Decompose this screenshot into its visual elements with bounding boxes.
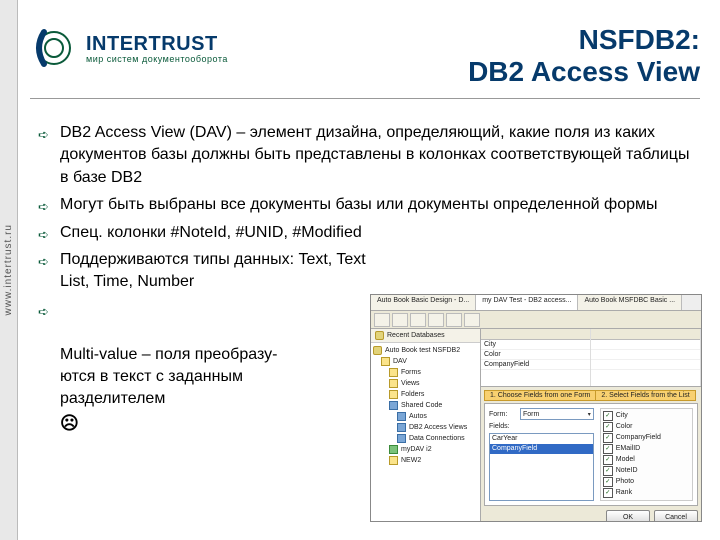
slide-header: INTERTRUST мир систем документооборота N… — [30, 24, 700, 92]
ss-grid: City Color CompanyField — [481, 329, 701, 387]
list-item: ➪ Спец. колонки #NoteId, #UNID, #Modifie… — [60, 222, 700, 244]
fields-label: Fields: — [489, 423, 517, 430]
checkbox[interactable]: EMailID — [603, 444, 690, 454]
header-divider — [30, 98, 700, 99]
logo-block: INTERTRUST мир систем документооборота — [30, 24, 228, 72]
checkbox[interactable]: Rank — [603, 488, 690, 498]
tree-row[interactable]: Auto Book test NSFDB2 — [373, 345, 478, 356]
toolbar-button[interactable] — [446, 313, 462, 327]
ok-button[interactable]: OK — [606, 510, 650, 522]
checkbox[interactable]: Color — [603, 422, 690, 432]
folder-icon — [389, 390, 398, 399]
ss-sidebar-header: Recent Databases — [371, 329, 480, 343]
bullet-icon: ➪ — [38, 198, 52, 212]
checkbox[interactable]: Model — [603, 455, 690, 465]
tree-row[interactable]: myDAV i2 — [373, 444, 478, 455]
grid-cell[interactable] — [591, 350, 700, 360]
tree-row[interactable]: Folders — [373, 389, 478, 400]
grid-header[interactable] — [591, 329, 700, 340]
form-label: Form: — [489, 411, 517, 418]
bullet-text: Поддерживаются типы данных: Text, Text L… — [60, 251, 366, 290]
checkbox[interactable]: NoteID — [603, 466, 690, 476]
bullet-icon: ➪ — [38, 253, 52, 267]
ss-toolbar — [371, 311, 701, 329]
button-row: OK Cancel — [484, 508, 698, 522]
listbox-item[interactable]: CompanyField — [490, 444, 593, 454]
folder-icon — [389, 379, 398, 388]
grid-cell[interactable]: Color — [481, 350, 590, 360]
ss-tree: Auto Book test NSFDB2 DAV Forms Views Fo… — [371, 343, 480, 468]
logo-text: INTERTRUST мир систем документооборота — [86, 33, 228, 64]
slide-title: NSFDB2: DB2 Access View — [468, 24, 700, 88]
toolbar-button[interactable] — [392, 313, 408, 327]
fields-listbox[interactable]: CarYear CompanyField — [489, 433, 594, 501]
list-item: ➪ DB2 Access View (DAV) – элемент дизайн… — [60, 122, 700, 189]
tree-row[interactable]: Shared Code — [373, 400, 478, 411]
tree-row[interactable]: DAV — [373, 356, 478, 367]
tree-row[interactable]: Data Connections — [373, 433, 478, 444]
tree-row[interactable]: DB2 Access Views — [373, 422, 478, 433]
list-item: ➪ Multi-value – поля преобразу- ются в т… — [60, 299, 360, 436]
folder-icon — [389, 401, 398, 410]
ss-sidebar: Recent Databases Auto Book test NSFDB2 D… — [371, 329, 481, 521]
toolbar-button[interactable] — [374, 313, 390, 327]
bullet-icon: ➪ — [38, 126, 52, 140]
item-icon — [389, 445, 398, 454]
logo-tagline: мир систем документооборота — [86, 54, 228, 64]
db-icon — [373, 346, 382, 355]
grid-cell[interactable]: CompanyField — [481, 360, 590, 370]
folder-icon — [389, 368, 398, 377]
embedded-screenshot: Auto Book Basic Design - D... my DAV Tes… — [370, 294, 702, 522]
toolbar-button[interactable] — [410, 313, 426, 327]
grid-cell[interactable] — [591, 360, 700, 370]
sidebar-url-strip: www.intertrust.ru — [0, 0, 18, 540]
listbox-item[interactable]: CarYear — [490, 434, 593, 444]
panel-tab[interactable]: 1. Choose Fields from one Form — [484, 390, 596, 401]
checkbox-list: City Color CompanyField EMailID Model No… — [600, 408, 693, 501]
checkbox[interactable]: CompanyField — [603, 433, 690, 443]
grid-header[interactable] — [481, 329, 590, 340]
tree-row[interactable]: Views — [373, 378, 478, 389]
ss-tab[interactable]: Auto Book Basic Design - D... — [371, 295, 476, 310]
grid-cell[interactable]: City — [481, 340, 590, 350]
panel-tabs: 1. Choose Fields from one Form 2. Select… — [484, 390, 698, 401]
toolbar-button[interactable] — [428, 313, 444, 327]
list-item: ➪ Поддерживаются типы данных: Text, Text… — [60, 249, 370, 294]
database-icon — [375, 331, 384, 340]
list-item: ➪ Могут быть выбраны все документы базы … — [60, 194, 700, 216]
item-icon — [397, 434, 406, 443]
checkbox[interactable]: Photo — [603, 477, 690, 487]
grid-cell[interactable] — [591, 340, 700, 350]
tree-row[interactable]: NEW2 — [373, 455, 478, 466]
title-line1: NSFDB2: — [468, 24, 700, 56]
tree-row[interactable]: Autos — [373, 411, 478, 422]
folder-icon — [389, 456, 398, 465]
ss-tab[interactable]: my DAV Test - DB2 access... — [476, 295, 578, 310]
logo-icon — [30, 24, 78, 72]
tree-row[interactable]: Forms — [373, 367, 478, 378]
panel-tab[interactable]: 2. Select Fields from the List — [595, 390, 695, 401]
sad-face-icon: ☹ — [60, 413, 79, 433]
bullet-text: DB2 Access View (DAV) – элемент дизайна,… — [60, 124, 689, 186]
form-select[interactable]: Form — [520, 408, 594, 420]
folder-icon — [381, 357, 390, 366]
ss-lower-panel: 1. Choose Fields from one Form 2. Select… — [481, 387, 701, 522]
cancel-button[interactable]: Cancel — [654, 510, 698, 522]
bullet-icon: ➪ — [38, 226, 52, 240]
item-icon — [397, 412, 406, 421]
bullet-text: Multi-value – поля преобразу- ются в тек… — [60, 346, 277, 408]
bullet-text: Могут быть выбраны все документы базы ил… — [60, 196, 658, 213]
bullet-text: Спец. колонки #NoteId, #UNID, #Modified — [60, 224, 362, 241]
ss-tab[interactable]: Auto Book MSFDBC Basic ... — [578, 295, 682, 310]
toolbar-button[interactable] — [464, 313, 480, 327]
title-line2: DB2 Access View — [468, 56, 700, 88]
item-icon — [397, 423, 406, 432]
sidebar-url-text: www.intertrust.ru — [3, 224, 14, 315]
bullet-icon: ➪ — [38, 303, 52, 317]
checkbox[interactable]: City — [603, 411, 690, 421]
ss-window-tabs: Auto Book Basic Design - D... my DAV Tes… — [371, 295, 701, 311]
logo-brand: INTERTRUST — [86, 33, 228, 56]
